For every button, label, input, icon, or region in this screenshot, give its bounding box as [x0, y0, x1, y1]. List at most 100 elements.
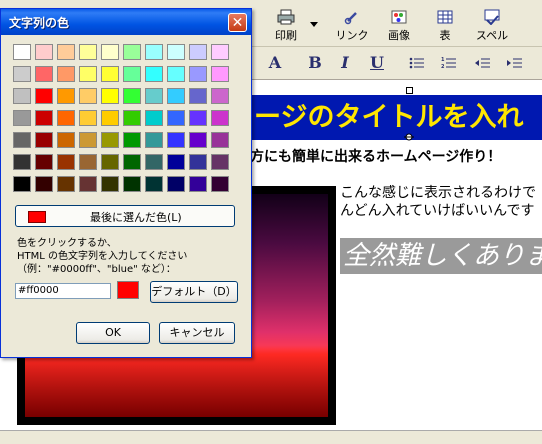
outdent-icon	[475, 58, 490, 68]
body-line-1: こんな感じに表示されるわけで	[340, 185, 536, 201]
print-button[interactable]: 印刷	[270, 8, 302, 44]
color-swatch[interactable]	[123, 110, 141, 126]
color-swatch[interactable]	[101, 44, 119, 60]
color-swatch[interactable]	[167, 88, 185, 104]
numbered-list-button[interactable]: 12	[438, 52, 460, 74]
color-swatch[interactable]	[145, 176, 163, 192]
color-swatch[interactable]	[123, 44, 141, 60]
color-swatch[interactable]	[167, 66, 185, 82]
color-swatch[interactable]	[35, 132, 53, 148]
italic-label: I	[341, 53, 349, 72]
color-swatch[interactable]	[167, 176, 185, 192]
color-swatch[interactable]	[79, 44, 97, 60]
color-swatch[interactable]	[57, 66, 75, 82]
image-button[interactable]: 画像	[380, 8, 418, 44]
color-swatch[interactable]	[189, 110, 207, 126]
color-swatch[interactable]	[167, 132, 185, 148]
color-swatch[interactable]	[123, 66, 141, 82]
color-swatch[interactable]	[189, 44, 207, 60]
font-grow-button[interactable]: A	[264, 52, 286, 74]
color-swatch[interactable]	[13, 110, 31, 126]
underline-button[interactable]: U	[366, 52, 388, 74]
move-handle-icon[interactable]	[404, 132, 414, 142]
chevron-down-icon	[310, 22, 318, 27]
indent-button[interactable]	[504, 52, 526, 74]
color-code-input[interactable]: #ff0000	[15, 283, 111, 299]
color-swatch[interactable]	[167, 154, 185, 170]
close-button[interactable]: ✕	[228, 13, 247, 32]
color-swatch[interactable]	[211, 66, 229, 82]
color-swatch[interactable]	[123, 132, 141, 148]
bullet-list-button[interactable]	[406, 52, 428, 74]
color-swatch[interactable]	[145, 44, 163, 60]
color-swatch[interactable]	[189, 176, 207, 192]
cancel-button[interactable]: キャンセル	[159, 322, 235, 344]
color-swatch[interactable]	[79, 132, 97, 148]
color-swatch[interactable]	[35, 110, 53, 126]
last-color-label: 最後に選んだ色(L)	[90, 211, 182, 224]
resize-handle[interactable]	[406, 87, 413, 94]
color-swatch[interactable]	[211, 44, 229, 60]
print-dropdown-arrow[interactable]	[308, 8, 320, 44]
color-swatch[interactable]	[13, 154, 31, 170]
spell-button[interactable]: スペル	[470, 8, 514, 44]
page-title-text: ージのタイトルを入れ	[254, 102, 524, 133]
dialog-titlebar[interactable]: 文字列の色 ✕	[1, 9, 251, 35]
bold-button[interactable]: B	[304, 52, 326, 74]
color-swatch[interactable]	[101, 154, 119, 170]
color-swatch[interactable]	[211, 132, 229, 148]
color-swatch[interactable]	[57, 88, 75, 104]
color-swatch[interactable]	[145, 154, 163, 170]
link-button[interactable]: リンク	[330, 8, 374, 44]
color-swatch[interactable]	[79, 110, 97, 126]
color-swatch[interactable]	[79, 154, 97, 170]
color-swatch[interactable]	[13, 88, 31, 104]
color-swatch[interactable]	[145, 88, 163, 104]
color-swatch[interactable]	[145, 132, 163, 148]
color-swatch[interactable]	[13, 66, 31, 82]
color-swatch[interactable]	[101, 132, 119, 148]
color-swatch[interactable]	[35, 176, 53, 192]
color-swatch[interactable]	[189, 88, 207, 104]
color-swatch[interactable]	[123, 154, 141, 170]
color-swatch[interactable]	[35, 44, 53, 60]
color-swatch[interactable]	[79, 88, 97, 104]
color-swatch[interactable]	[189, 132, 207, 148]
color-swatch[interactable]	[167, 110, 185, 126]
outdent-button[interactable]	[472, 52, 494, 74]
italic-button[interactable]: I	[334, 52, 356, 74]
color-swatch[interactable]	[211, 176, 229, 192]
color-swatch[interactable]	[79, 176, 97, 192]
color-swatch[interactable]	[57, 110, 75, 126]
color-swatch[interactable]	[13, 132, 31, 148]
color-swatch[interactable]	[13, 44, 31, 60]
color-swatch[interactable]	[145, 66, 163, 82]
ok-button[interactable]: OK	[76, 322, 150, 344]
color-swatch[interactable]	[101, 88, 119, 104]
color-swatch[interactable]	[167, 44, 185, 60]
color-swatch[interactable]	[123, 88, 141, 104]
color-swatch[interactable]	[145, 110, 163, 126]
color-swatch[interactable]	[35, 154, 53, 170]
color-swatch[interactable]	[123, 176, 141, 192]
color-swatch[interactable]	[13, 176, 31, 192]
color-swatch[interactable]	[211, 88, 229, 104]
color-swatch[interactable]	[57, 154, 75, 170]
color-swatch[interactable]	[189, 154, 207, 170]
color-swatch[interactable]	[211, 110, 229, 126]
default-button[interactable]: デフォルト（D）	[150, 281, 238, 303]
color-swatch[interactable]	[79, 66, 97, 82]
last-color-button[interactable]: 最後に選んだ色(L)	[15, 205, 235, 227]
color-swatch[interactable]	[101, 110, 119, 126]
color-swatch[interactable]	[189, 66, 207, 82]
table-button[interactable]: 表	[428, 8, 462, 44]
color-swatch[interactable]	[57, 176, 75, 192]
page-title-banner[interactable]: ージのタイトルを入れ	[248, 95, 542, 140]
color-swatch[interactable]	[35, 88, 53, 104]
color-swatch[interactable]	[57, 132, 75, 148]
color-swatch[interactable]	[57, 44, 75, 60]
color-swatch[interactable]	[101, 66, 119, 82]
color-swatch[interactable]	[35, 66, 53, 82]
color-swatch[interactable]	[211, 154, 229, 170]
color-swatch[interactable]	[101, 176, 119, 192]
